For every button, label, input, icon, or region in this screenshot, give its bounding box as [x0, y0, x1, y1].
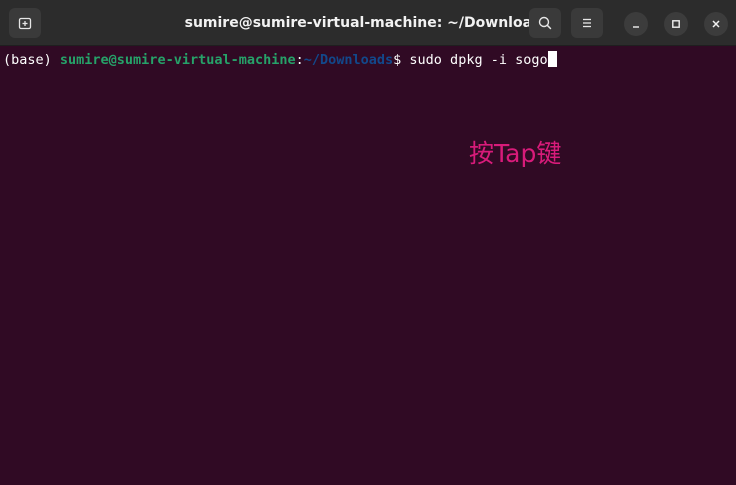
title-bar[interactable]: sumire@sumire-virtual-machine: ~/Downloa…	[0, 0, 736, 46]
terminal-window: sumire@sumire-virtual-machine: ~/Downloa…	[0, 0, 736, 485]
menu-button[interactable]	[571, 8, 603, 38]
prompt-symbol: $	[393, 52, 410, 68]
typed-command: sudo dpkg -i sogo	[409, 52, 548, 68]
maximize-icon	[672, 20, 680, 28]
text-cursor	[547, 51, 557, 67]
close-button[interactable]	[704, 12, 728, 36]
search-button[interactable]	[529, 8, 561, 38]
current-directory: ~/Downloads	[303, 52, 394, 68]
prompt-line: (base) sumire@sumire-virtual-machine:~/D…	[3, 51, 557, 69]
prompt-colon: :	[295, 52, 304, 68]
hamburger-menu-icon	[583, 18, 591, 28]
user-host: sumire@sumire-virtual-machine	[59, 52, 296, 68]
minimize-button[interactable]	[624, 12, 648, 36]
conda-env-label: (base)	[3, 52, 60, 68]
terminal-area[interactable]: (base) sumire@sumire-virtual-machine:~/D…	[0, 46, 736, 485]
annotation-text: 按Tap键	[469, 139, 562, 168]
new-tab-icon	[18, 17, 32, 30]
search-icon	[538, 16, 552, 30]
close-icon	[712, 20, 720, 28]
maximize-button[interactable]	[664, 12, 688, 36]
new-tab-button[interactable]	[9, 8, 41, 38]
minimize-icon	[633, 26, 639, 28]
